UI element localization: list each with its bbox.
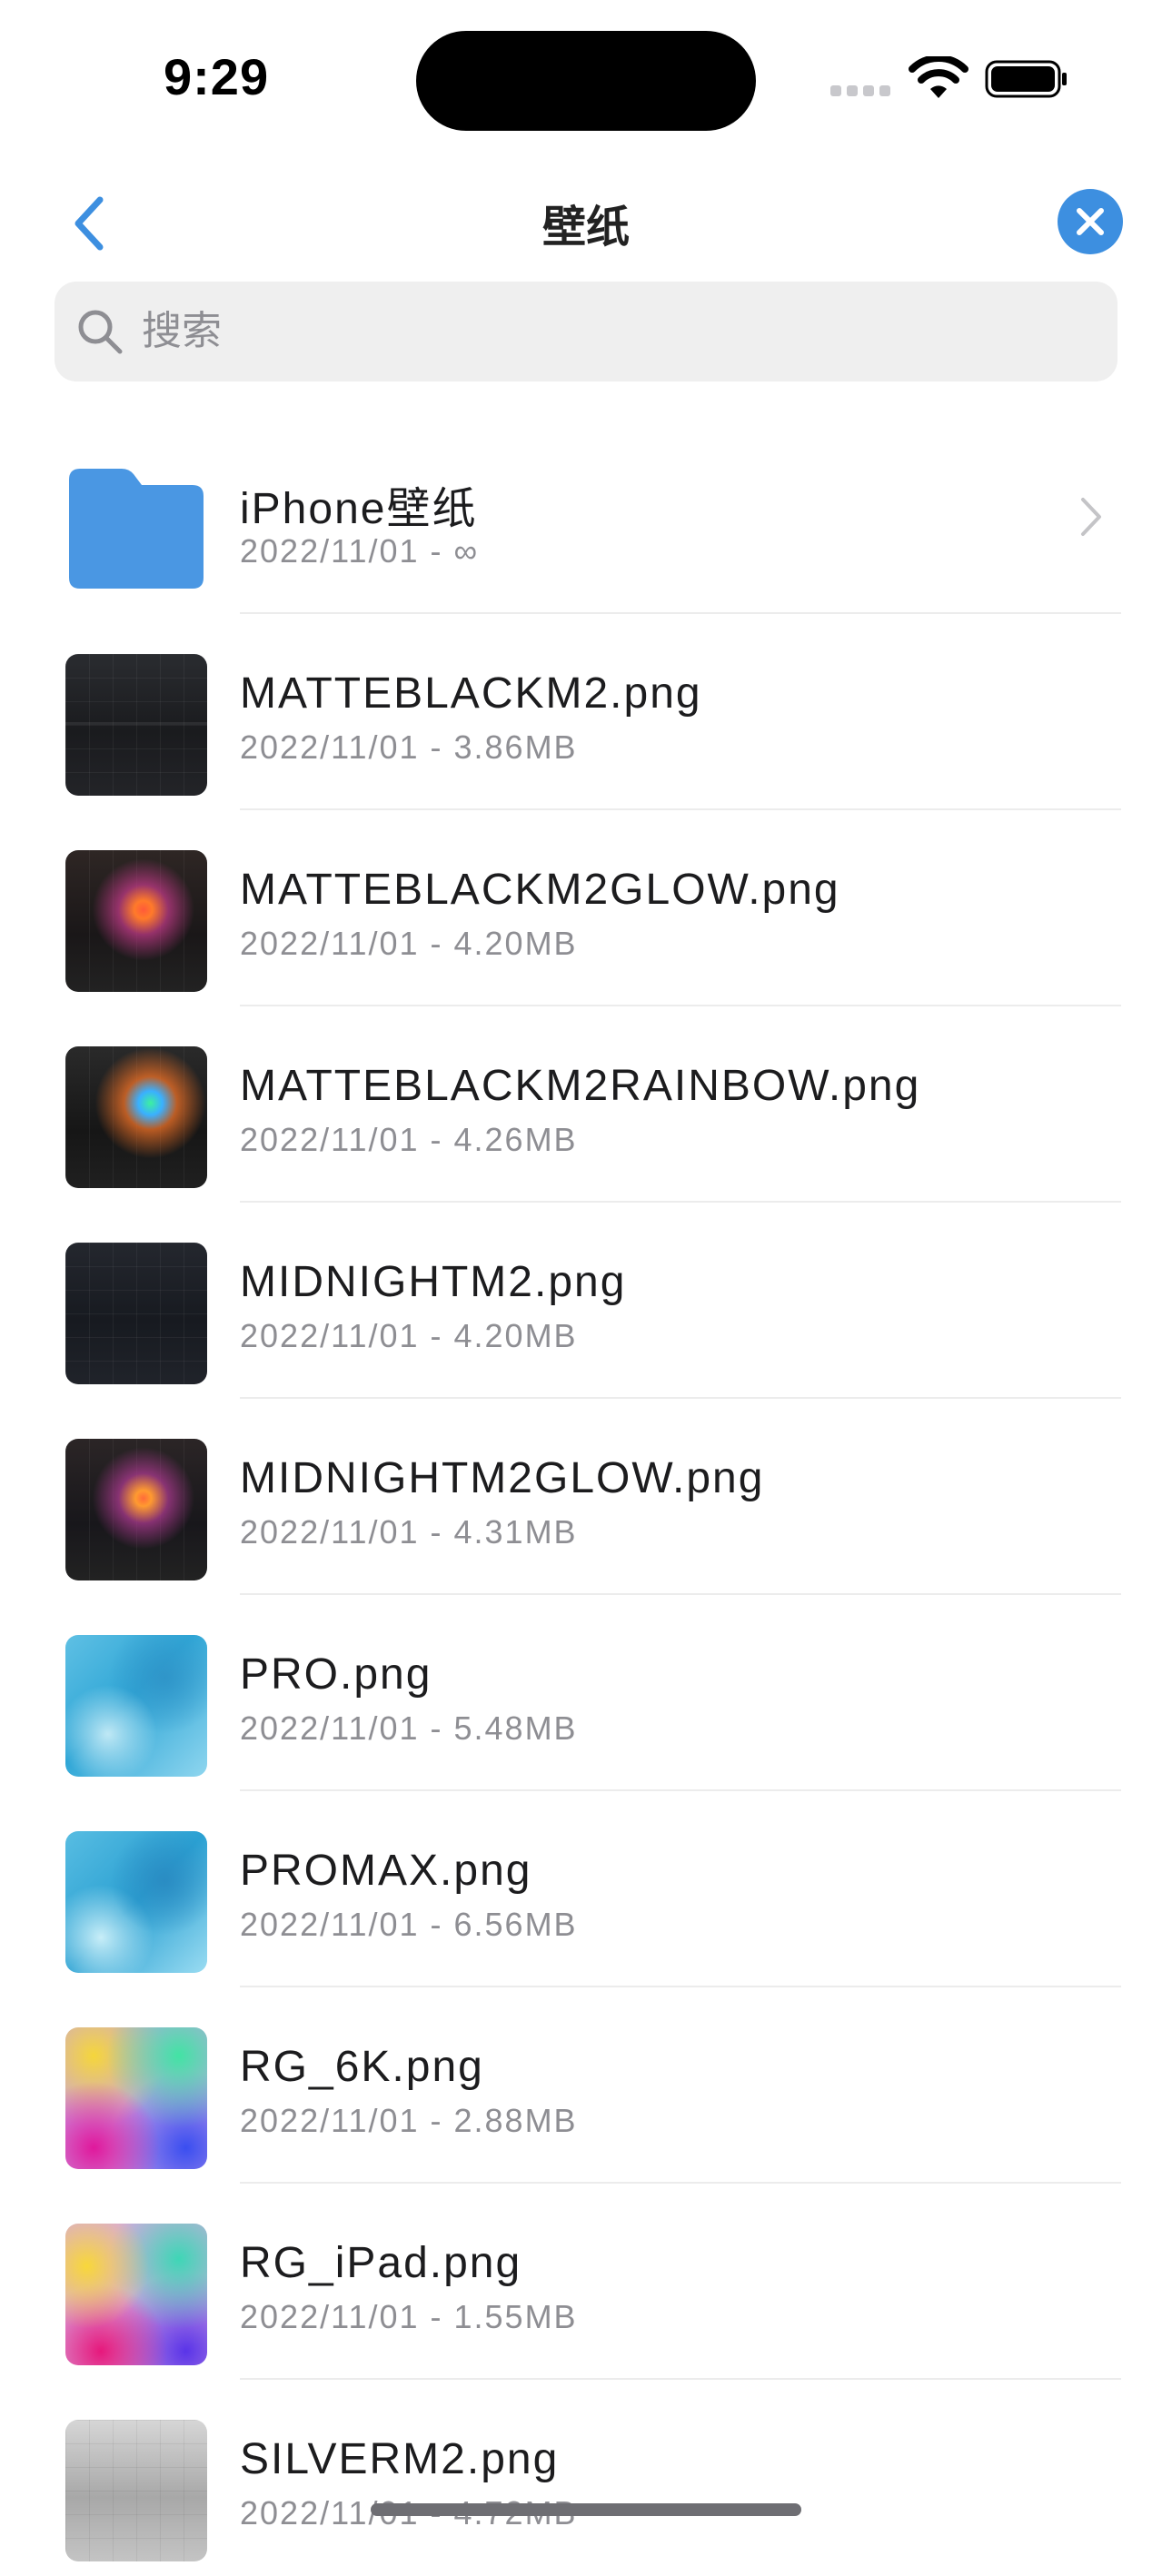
search-icon	[78, 310, 123, 354]
image-thumbnail	[65, 1439, 207, 1580]
item-meta: 2022/11/01 - 4.31MB	[240, 1513, 578, 1551]
image-thumbnail	[65, 2224, 207, 2365]
item-meta: 2022/11/01 - 4.26MB	[240, 1121, 578, 1158]
item-name: RG_iPad.png	[240, 2239, 522, 2287]
image-thumbnail	[65, 2027, 207, 2169]
image-thumbnail	[65, 1635, 207, 1777]
item-meta: 2022/11/01 - 4.20MB	[240, 925, 578, 962]
item-meta: 2022/11/01 - 4.20MB	[240, 1317, 578, 1354]
chevron-right-icon	[1081, 498, 1101, 536]
item-name: MIDNIGHTM2.png	[240, 1258, 627, 1306]
item-name: iPhone壁纸	[240, 485, 478, 533]
item-name: PRO.png	[240, 1650, 432, 1699]
list-item[interactable]: PRO.png 2022/11/01 - 5.48MB	[0, 1595, 1172, 1791]
image-thumbnail	[65, 1243, 207, 1384]
item-meta: 2022/11/01 - 6.56MB	[240, 1906, 578, 1943]
wifi-icon	[909, 56, 968, 98]
item-meta: 2022/11/01 - 1.55MB	[240, 2298, 578, 2335]
item-name: MATTEBLACKM2.png	[240, 669, 702, 718]
item-name: RG_6K.png	[240, 2043, 484, 2091]
list-item[interactable]: MIDNIGHTM2.png 2022/11/01 - 4.20MB	[0, 1203, 1172, 1399]
image-thumbnail	[65, 850, 207, 992]
search-input[interactable]	[140, 308, 1052, 355]
close-icon	[1077, 208, 1104, 235]
list-item[interactable]: MATTEBLACKM2RAINBOW.png 2022/11/01 - 4.2…	[0, 1006, 1172, 1203]
item-meta: 2022/11/01 - ∞	[240, 532, 480, 570]
battery-icon	[985, 60, 1067, 98]
page-title: 壁纸	[541, 203, 630, 252]
item-name: MATTEBLACKM2RAINBOW.png	[240, 1062, 921, 1110]
list-item[interactable]: PROMAX.png 2022/11/01 - 6.56MB	[0, 1791, 1172, 1987]
item-name: MIDNIGHTM2GLOW.png	[240, 1454, 765, 1502]
cellular-signal-icon	[830, 84, 894, 96]
image-thumbnail	[65, 1831, 207, 1973]
image-thumbnail	[65, 654, 207, 796]
list-item[interactable]: RG_iPad.png 2022/11/01 - 1.55MB	[0, 2184, 1172, 2380]
list-item[interactable]: MATTEBLACKM2GLOW.png 2022/11/01 - 4.20MB	[0, 810, 1172, 1006]
item-meta: 2022/11/01 - 3.86MB	[240, 728, 578, 766]
image-thumbnail	[65, 2420, 207, 2561]
status-time: 9:29	[164, 48, 270, 105]
list-item[interactable]: RG_6K.png 2022/11/01 - 2.88MB	[0, 1987, 1172, 2184]
home-indicator[interactable]	[371, 2503, 801, 2516]
item-name: MATTEBLACKM2GLOW.png	[240, 866, 840, 914]
file-list: iPhone壁纸 2022/11/01 - ∞ MATTEBLACKM2.png…	[0, 418, 1172, 2576]
list-item[interactable]: MATTEBLACKM2.png 2022/11/01 - 3.86MB	[0, 614, 1172, 810]
image-thumbnail	[65, 1046, 207, 1188]
list-item-folder[interactable]: iPhone壁纸 2022/11/01 - ∞	[0, 418, 1172, 614]
search-bar[interactable]	[55, 282, 1117, 381]
list-item[interactable]: MIDNIGHTM2GLOW.png 2022/11/01 - 4.31MB	[0, 1399, 1172, 1595]
status-bar: 9:29	[0, 0, 1172, 154]
item-meta: 2022/11/01 - 5.48MB	[240, 1709, 578, 1747]
folder-icon	[69, 469, 204, 589]
dynamic-island	[416, 31, 756, 131]
list-item[interactable]: SILVERM2.png 2022/11/01 - 4.72MB	[0, 2380, 1172, 2576]
item-name: SILVERM2.png	[240, 2435, 560, 2483]
item-meta: 2022/11/01 - 2.88MB	[240, 2102, 578, 2139]
item-name: PROMAX.png	[240, 1847, 532, 1895]
close-button[interactable]	[1058, 189, 1123, 254]
